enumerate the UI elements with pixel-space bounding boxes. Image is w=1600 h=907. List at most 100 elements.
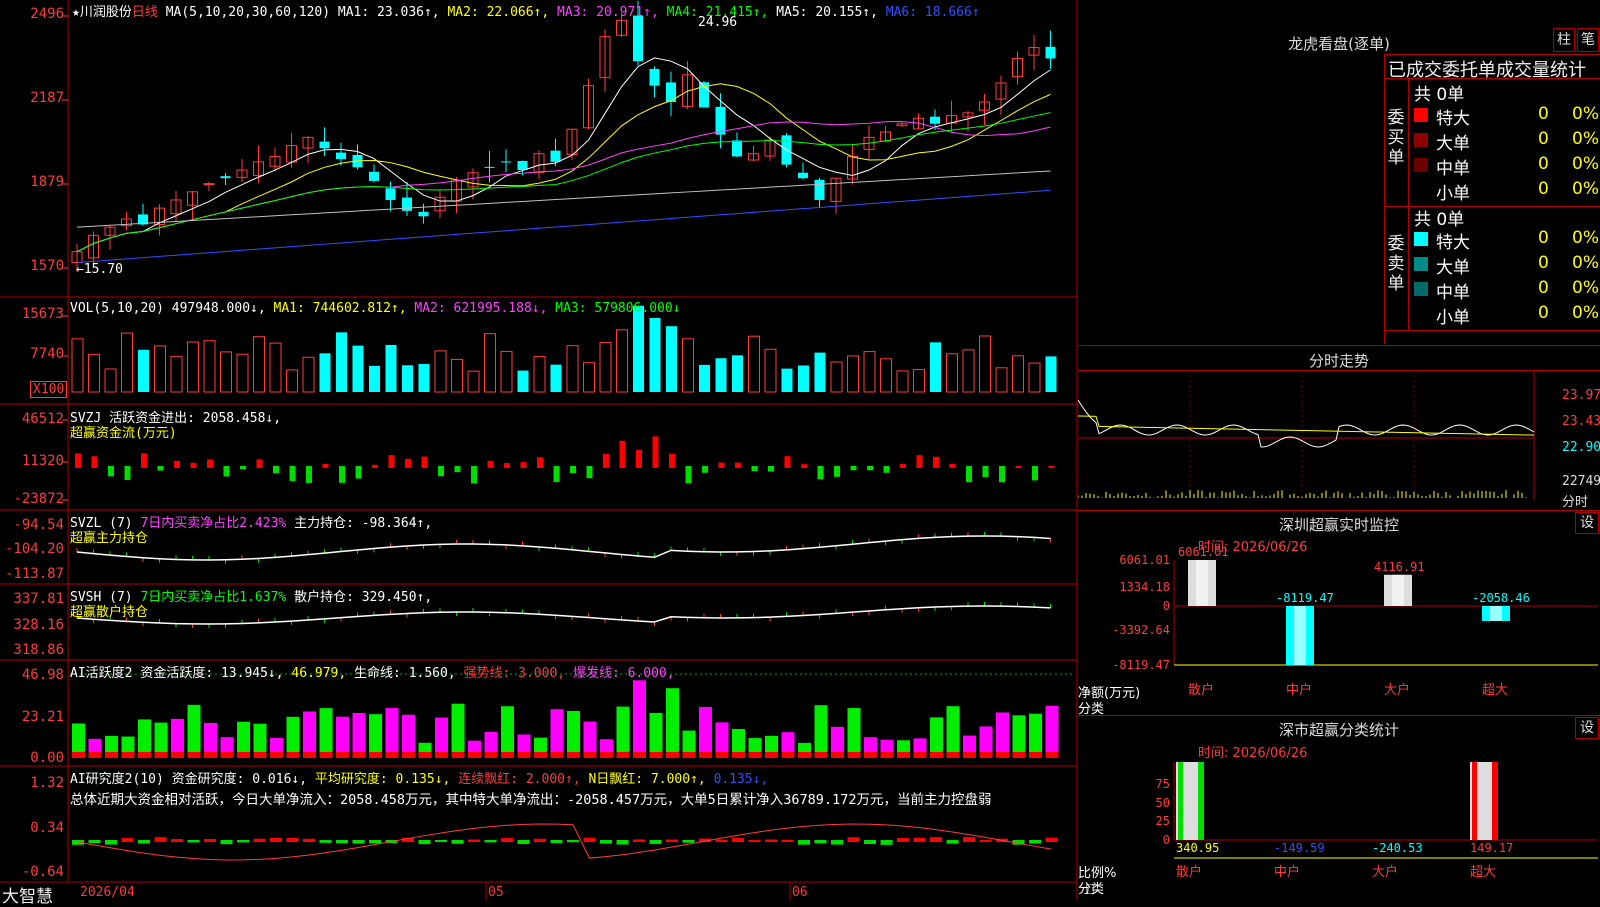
sell-row-name-0: 特大: [1436, 233, 1470, 253]
ma20-line: [76, 120, 1051, 253]
ai1-base: [715, 752, 729, 758]
svzj-bar: [801, 464, 807, 468]
volume-bar: [203, 340, 216, 393]
volume-bar: [500, 350, 513, 393]
favorite-star-icon[interactable]: ★: [72, 5, 80, 20]
volume-bar: [286, 369, 298, 393]
svzj-bar: [108, 466, 114, 477]
volume-bar: [995, 367, 1008, 393]
ai1-bar: [946, 706, 960, 758]
svzj-axis-2: -23872: [13, 491, 64, 507]
ai1-base: [171, 752, 184, 758]
ai1-base: [220, 752, 234, 758]
intraday-chart[interactable]: [1078, 370, 1600, 510]
ai1-base: [666, 752, 679, 758]
volume-bar: [979, 335, 991, 393]
ai2-bar: [649, 840, 662, 844]
ai2-bar: [501, 838, 513, 842]
svzj-bar: [784, 456, 791, 468]
svzl-axis-1: -104.20: [4, 541, 64, 557]
ai1-base: [88, 752, 102, 758]
ai2-header: AI研究度2(10) 资金研究度: 0.016↓, 平均研究度: 0.135↓,…: [70, 768, 768, 787]
svsh-line: [76, 602, 1051, 628]
ai1-bar: [930, 717, 943, 758]
ai2-bar: [484, 840, 497, 843]
monitor-axis-label: -3392.64: [1112, 623, 1170, 637]
ai2-bar: [534, 838, 546, 842]
ai2-bar: [237, 840, 249, 843]
sell-row-val-0: 0: [1538, 228, 1549, 248]
svzj-bar: [883, 466, 890, 473]
svzj-bar: [471, 466, 477, 484]
lhb-title: 龙虎看盘(逐单): [1288, 35, 1390, 53]
svzj-bar: [322, 463, 329, 468]
main-axis-0: 2496: [30, 6, 64, 22]
svzj-bar: [124, 466, 131, 481]
classify-axis-label: 25: [1156, 814, 1170, 828]
svsh-axis-1: 328.16: [13, 617, 64, 633]
vol-ma2: MA2: 621995.188↓,: [414, 301, 548, 316]
candle-down: [930, 116, 940, 124]
ai2-bar: [864, 840, 876, 844]
ai2-bar: [567, 840, 579, 843]
svzj-bar: [223, 466, 230, 477]
classify-bar-label: -240.53: [1372, 841, 1423, 855]
volume-bar: [269, 342, 282, 393]
volume-bar: [930, 342, 941, 392]
period-label[interactable]: 日线: [132, 5, 158, 20]
volume-bar: [1028, 362, 1041, 393]
svzj-bar: [1048, 465, 1055, 468]
chart-area[interactable]: 2496 2187 1879 1570 15673 7740 X100 4651…: [0, 0, 1094, 907]
ai2-bar: [666, 839, 678, 842]
volume-bar: [764, 348, 777, 393]
candle-down: [385, 188, 396, 200]
ai2-bar: [814, 840, 827, 844]
ai2-bar: [616, 840, 629, 845]
classify-chart: 75 50 25 0 340.95 散户 -149.59 中户 -240.53 大户 149.17 超…: [1156, 762, 1598, 880]
svzj-bar: [652, 436, 659, 468]
bar-mode-button[interactable]: 柱: [1553, 28, 1575, 52]
tick-mode-button[interactable]: 笔: [1577, 28, 1599, 52]
ai1-base: [682, 752, 696, 758]
ai1-bar: [435, 717, 448, 758]
right-panel: 龙虎看盘(逐单) 柱 笔 已成交委托单成交量统计 委买单 委卖单 共 0单 共 …: [1078, 0, 1600, 900]
buy-row-pct-0: 0%: [1572, 104, 1599, 124]
volume-bar: [253, 336, 265, 393]
sell-row-name-2: 中单: [1436, 283, 1470, 303]
ai-research-bars: [72, 823, 1058, 861]
ai2-bar: [187, 840, 200, 843]
candle-down: [336, 152, 346, 160]
svzj-bar: [207, 459, 213, 468]
ai1-base: [121, 752, 135, 758]
ai1-base: [699, 752, 712, 758]
ai1-bar: [319, 708, 333, 758]
ai2-bar: [319, 840, 332, 843]
kline-chart-svg[interactable]: [0, 0, 1078, 900]
ai1-base: [798, 752, 811, 758]
monitor-axis-label: 0: [1163, 599, 1170, 613]
ai2-bar: [517, 840, 530, 845]
ai1-header: AI活跃度2 资金活跃度: 13.945↓, 46.979, 生命线: 1.56…: [70, 662, 675, 681]
classify-bar-label: 149.17: [1470, 841, 1513, 855]
svsh-axis-0: 337.81: [13, 591, 64, 607]
ai1-base: [517, 752, 531, 758]
volume-bar: [715, 358, 727, 392]
buy-row-pct-3: 0%: [1572, 179, 1599, 199]
intraday-vol-unit: 分时: [1562, 495, 1589, 510]
ai2-bar: [831, 840, 843, 845]
ai1-base: [765, 752, 778, 758]
ma60-line: [76, 170, 1051, 228]
ai1-base: [402, 752, 415, 758]
buy-xl-swatch: [1414, 108, 1428, 122]
ma-lines: [76, 57, 1051, 264]
ai1-base: [1029, 752, 1042, 758]
ai2-bar: [171, 839, 183, 842]
svzj-bar: [174, 460, 180, 468]
svzl-hold: 主力持仓: -98.364↑,: [294, 516, 433, 531]
ai2-bar: [732, 838, 744, 842]
volume-bar: [170, 355, 183, 393]
ai1-base: [996, 752, 1009, 758]
sell-row-pct-1: 0%: [1572, 253, 1599, 273]
ai1-base: [418, 752, 432, 758]
volume-bar: [517, 370, 529, 392]
